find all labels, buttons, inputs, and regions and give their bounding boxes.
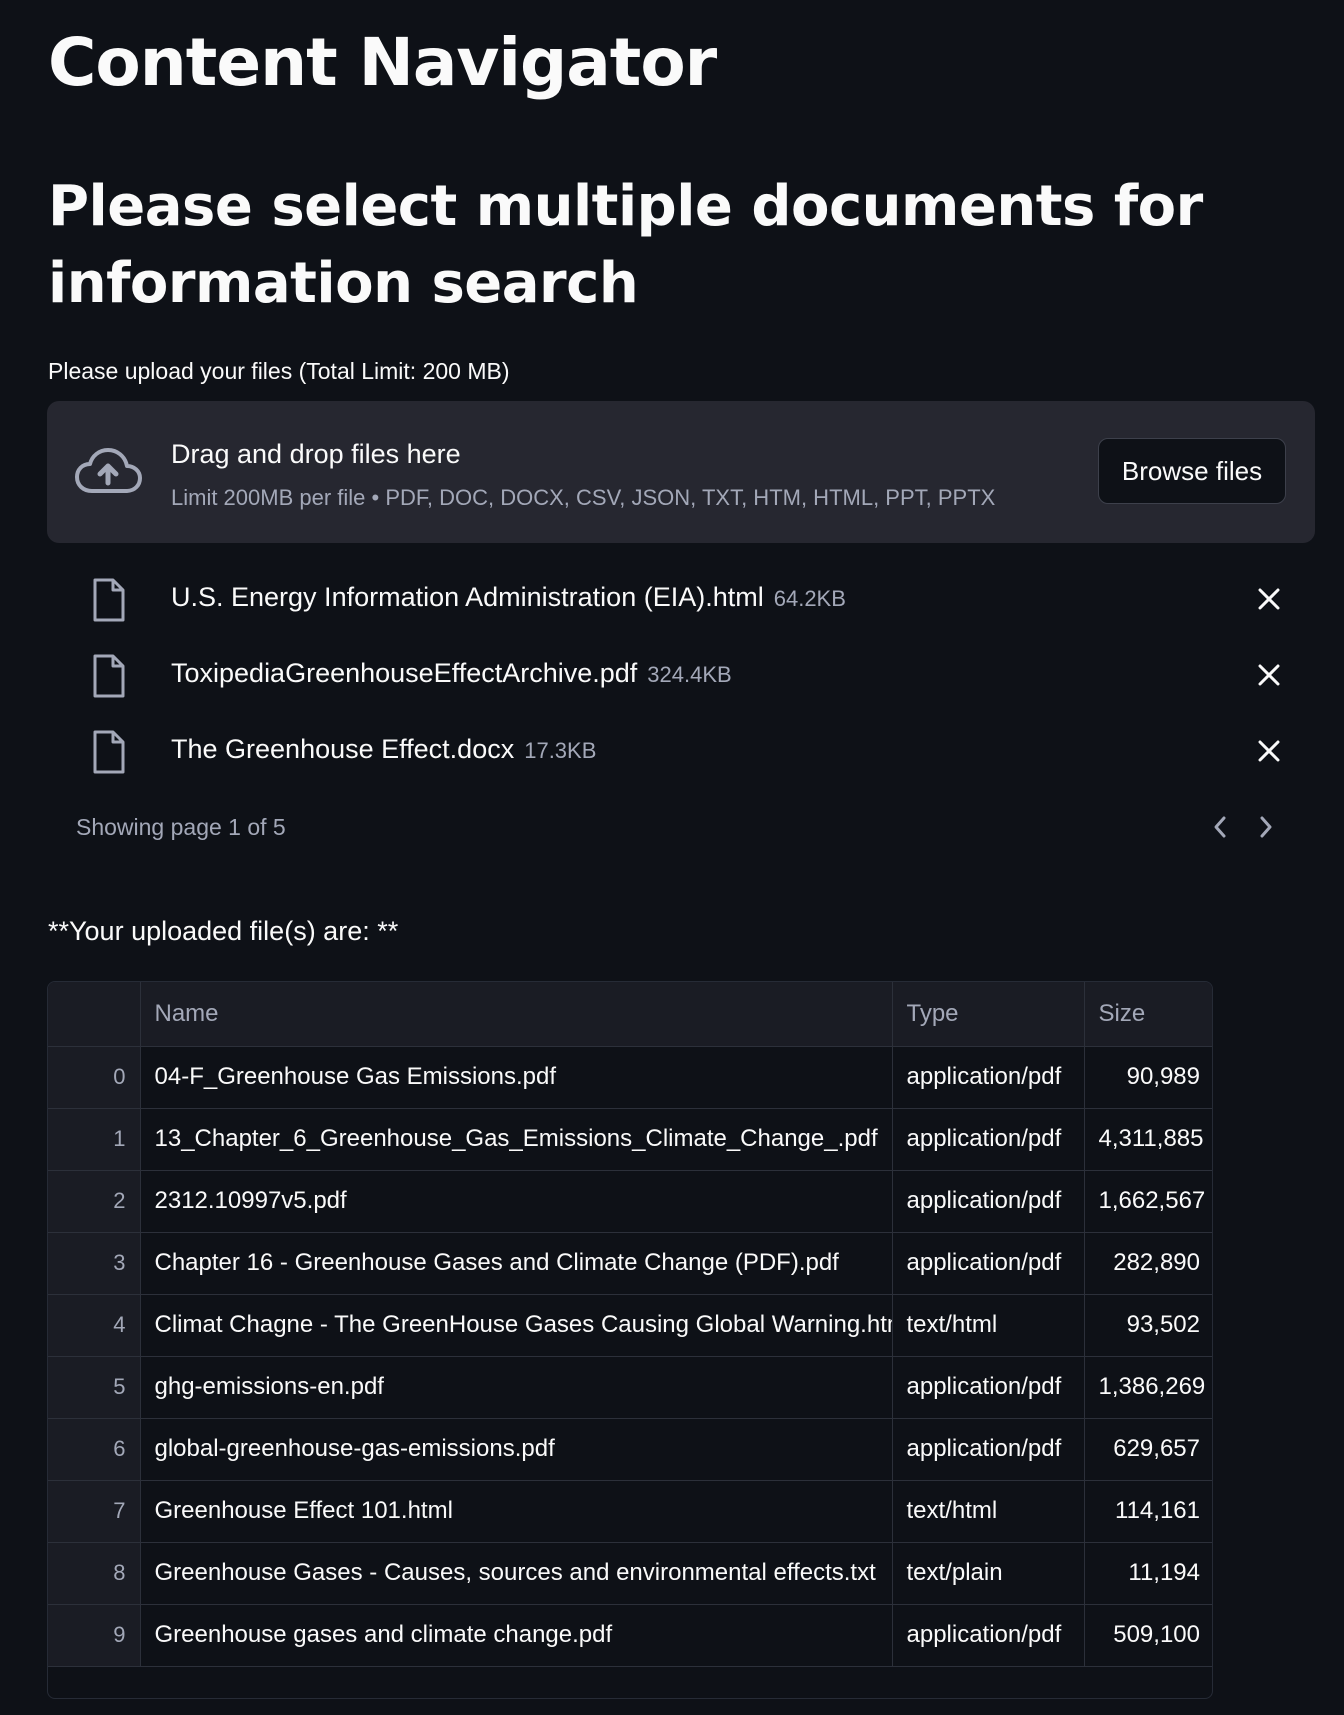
cell-size[interactable]: 4,311,885 (1084, 1108, 1212, 1171)
cell-size[interactable]: 1,386,269 (1084, 1356, 1212, 1419)
cell-type[interactable]: application/pdf (892, 1232, 1085, 1295)
name-column-header[interactable]: Name (140, 982, 893, 1047)
row-index: 5 (48, 1356, 141, 1419)
file-dropzone[interactable]: Drag and drop files here Limit 200MB per… (47, 401, 1315, 543)
cell-size[interactable]: 629,657 (1084, 1418, 1212, 1481)
uploaded-file-item: ToxipediaGreenhouseEffectArchive.pdf 324.… (86, 650, 1296, 700)
data-table: Name Type Size 0 04-F_Greenhouse Gas Emi… (48, 982, 1212, 1667)
cell-name[interactable]: Climat Chagne - The GreenHouse Gases Cau… (140, 1294, 893, 1357)
cell-type[interactable]: application/pdf (892, 1170, 1085, 1233)
upload-label: Please upload your files (Total Limit: 2… (48, 358, 510, 384)
cell-name[interactable]: Greenhouse gases and climate change.pdf (140, 1604, 893, 1667)
table-row[interactable]: 5 ghg-emissions-en.pdf application/pdf 1… (48, 1356, 1212, 1419)
table-row[interactable]: 1 13_Chapter_6_Greenhouse_Gas_Emissions_… (48, 1108, 1212, 1171)
cell-name[interactable]: global-greenhouse-gas-emissions.pdf (140, 1418, 893, 1481)
cell-name[interactable]: Chapter 16 - Greenhouse Gases and Climat… (140, 1232, 893, 1295)
pager-text: Showing page 1 of 5 (76, 814, 286, 840)
browse-files-button[interactable]: Browse files (1098, 438, 1286, 504)
close-icon[interactable] (1254, 736, 1284, 766)
section-title: Please select multiple documents for inf… (48, 174, 1203, 316)
row-index: 0 (48, 1046, 141, 1109)
row-index: 4 (48, 1294, 141, 1357)
table-row[interactable]: 2 2312.10997v5.pdf application/pdf 1,662… (48, 1170, 1212, 1233)
cell-type[interactable]: application/pdf (892, 1108, 1085, 1171)
cell-size[interactable]: 282,890 (1084, 1232, 1212, 1295)
cell-type[interactable]: application/pdf (892, 1356, 1085, 1419)
uploaded-files-heading: **Your uploaded file(s) are: ** (48, 916, 399, 946)
chevron-right-icon[interactable] (1250, 812, 1280, 842)
close-icon[interactable] (1254, 584, 1284, 614)
cell-type[interactable]: text/html (892, 1480, 1085, 1543)
cell-size[interactable]: 11,194 (1084, 1542, 1212, 1605)
row-index: 1 (48, 1108, 141, 1171)
uploaded-file-item: The Greenhouse Effect.docx 17.3KB (86, 726, 1296, 776)
cell-name[interactable]: 04-F_Greenhouse Gas Emissions.pdf (140, 1046, 893, 1109)
cell-type[interactable]: application/pdf (892, 1046, 1085, 1109)
table-row[interactable]: 6 global-greenhouse-gas-emissions.pdf ap… (48, 1418, 1212, 1481)
cell-name[interactable]: Greenhouse Gases - Causes, sources and e… (140, 1542, 893, 1605)
cell-size[interactable]: 509,100 (1084, 1604, 1212, 1667)
row-index: 3 (48, 1232, 141, 1295)
cell-size[interactable]: 114,161 (1084, 1480, 1212, 1543)
table-row[interactable]: 4 Climat Chagne - The GreenHouse Gases C… (48, 1294, 1212, 1357)
type-column-header[interactable]: Type (892, 982, 1085, 1047)
row-index: 8 (48, 1542, 141, 1605)
cell-name[interactable]: ghg-emissions-en.pdf (140, 1356, 893, 1419)
file-name: ToxipediaGreenhouseEffectArchive.pdf (171, 658, 638, 688)
cell-name[interactable]: Greenhouse Effect 101.html (140, 1480, 893, 1543)
row-index: 7 (48, 1480, 141, 1543)
row-index: 9 (48, 1604, 141, 1667)
row-index: 6 (48, 1418, 141, 1481)
cell-size[interactable]: 90,989 (1084, 1046, 1212, 1109)
cloud-upload-icon (75, 448, 142, 493)
table-row[interactable]: 9 Greenhouse gases and climate change.pd… (48, 1604, 1212, 1667)
file-name: The Greenhouse Effect.docx (171, 734, 515, 764)
cell-name[interactable]: 13_Chapter_6_Greenhouse_Gas_Emissions_Cl… (140, 1108, 893, 1171)
uploaded-file-item: U.S. Energy Information Administration (… (86, 574, 1296, 624)
close-icon[interactable] (1254, 660, 1284, 690)
page: Content Navigator Please select multiple… (0, 0, 1344, 1715)
row-index: 2 (48, 1170, 141, 1233)
cell-size[interactable]: 93,502 (1084, 1294, 1212, 1357)
file-icon (93, 730, 125, 774)
table-row[interactable]: 3 Chapter 16 - Greenhouse Gases and Clim… (48, 1232, 1212, 1295)
size-column-header[interactable]: Size (1084, 982, 1212, 1047)
file-size: 17.3KB (524, 738, 597, 763)
app-title: Content Navigator (48, 24, 717, 101)
cell-type[interactable]: text/html (892, 1294, 1085, 1357)
file-icon (93, 578, 125, 622)
cell-type[interactable]: application/pdf (892, 1604, 1085, 1667)
cell-name[interactable]: 2312.10997v5.pdf (140, 1170, 893, 1233)
table-row[interactable]: 0 04-F_Greenhouse Gas Emissions.pdf appl… (48, 1046, 1212, 1109)
table-header-row: Name Type Size (48, 982, 1212, 1047)
table-row[interactable]: 7 Greenhouse Effect 101.html text/html 1… (48, 1480, 1212, 1543)
index-column-header (48, 982, 141, 1047)
dropzone-limit-text: Limit 200MB per file • PDF, DOC, DOCX, C… (171, 485, 996, 510)
cell-type[interactable]: application/pdf (892, 1418, 1085, 1481)
file-icon (93, 654, 125, 698)
cell-type[interactable]: text/plain (892, 1542, 1085, 1605)
cell-size[interactable]: 1,662,567 (1084, 1170, 1212, 1233)
table-row[interactable]: 8 Greenhouse Gases - Causes, sources and… (48, 1542, 1212, 1605)
uploaded-files-table[interactable]: Name Type Size 0 04-F_Greenhouse Gas Emi… (47, 981, 1213, 1699)
dropzone-title: Drag and drop files here (171, 439, 461, 469)
file-size: 64.2KB (773, 586, 846, 611)
file-name: U.S. Energy Information Administration (… (171, 582, 764, 612)
chevron-left-icon[interactable] (1206, 812, 1236, 842)
file-size: 324.4KB (647, 662, 732, 687)
